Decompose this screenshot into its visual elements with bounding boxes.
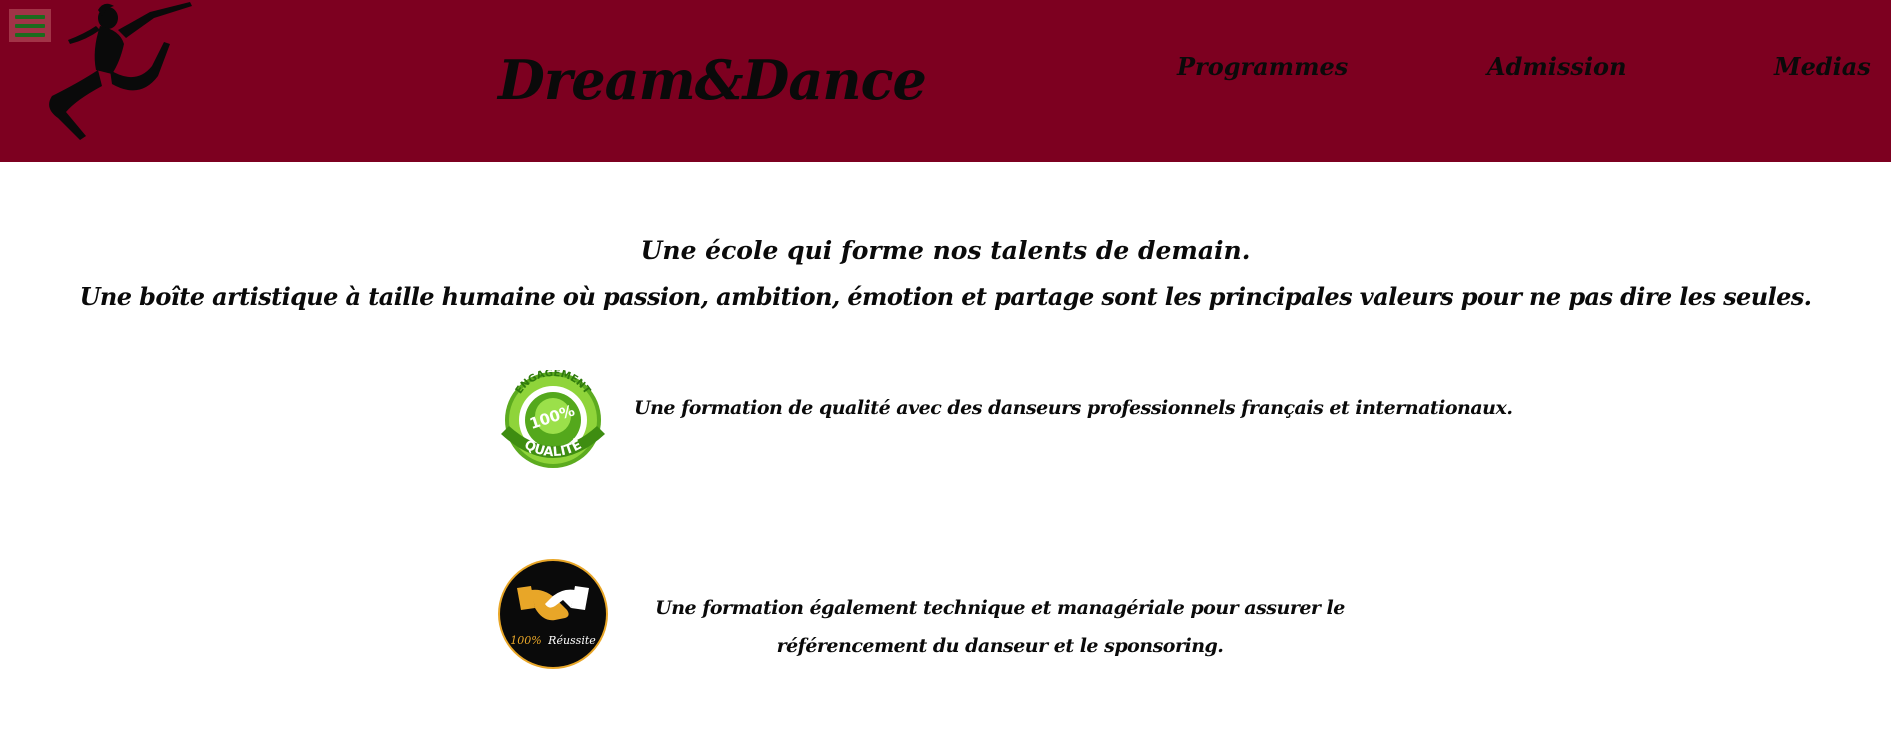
feature-text-technical: Une formation également technique et man… xyxy=(655,597,1345,657)
intro-line-1: Une école qui forme nos talents de demai… xyxy=(640,236,1251,265)
dancer-silhouette-icon xyxy=(49,2,192,140)
nav-link-medias[interactable]: Medias xyxy=(1774,52,1871,81)
feature-text-quality: Une formation de qualité avec des danseu… xyxy=(634,397,1513,419)
site-brand[interactable]: Dream&Dance xyxy=(498,48,927,112)
nav-link-programmes[interactable]: Programmes xyxy=(1177,52,1348,81)
nav-link-admission[interactable]: Admission xyxy=(1487,52,1627,81)
svg-text:100% Réussite: 100% Réussite xyxy=(510,634,596,647)
site-header: Dream&Dance Programmes Admission Medias xyxy=(0,0,1891,162)
intro-text: Une école qui forme nos talents de demai… xyxy=(0,228,1891,320)
handshake-badge-icon: 100% Réussite xyxy=(498,559,608,669)
badge-caption-number: 100% xyxy=(510,634,541,647)
badge-caption-word: Réussite xyxy=(547,634,596,647)
quality-badge-icon: 100% ENGAGEMENT QUALITÉ xyxy=(501,370,605,468)
intro-line-2: Une boîte artistique à taille humaine où… xyxy=(79,282,1812,311)
